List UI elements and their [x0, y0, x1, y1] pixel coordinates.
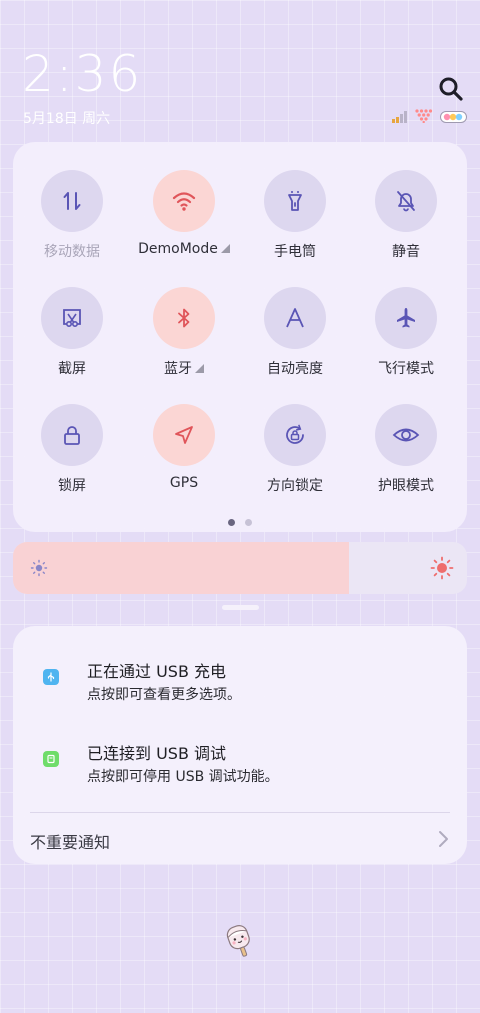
auto-brightness-icon [264, 287, 326, 349]
tile-wifi[interactable]: DemoMode [129, 170, 239, 280]
notification-desc: 点按即可停用 USB 调试功能。 [87, 769, 279, 785]
drag-handle[interactable] [222, 605, 259, 610]
date: 5月18日 周六 [23, 111, 111, 127]
mute-icon [375, 170, 437, 232]
tile-label: 飞行模式 [378, 361, 434, 377]
minor-notifications-label: 不重要通知 [30, 833, 111, 852]
tile-label: 蓝牙 [164, 361, 192, 377]
tile-lock-screen[interactable]: 锁屏 [17, 404, 127, 514]
tile-bluetooth[interactable]: 蓝牙 [129, 287, 239, 397]
quick-settings-panel: 移动数据 DemoMode 手电筒 静音 截屏 蓝牙 自动亮度 飞行模式 锁屏 … [13, 142, 467, 532]
wifi-status-icon [414, 108, 434, 127]
tile-label: 方向锁定 [267, 478, 323, 494]
tile-auto-brightness[interactable]: 自动亮度 [240, 287, 350, 397]
battery-icon [440, 108, 468, 127]
wifi-icon [153, 170, 215, 232]
tile-flashlight[interactable]: 手电筒 [240, 170, 350, 280]
expand-triangle-icon [220, 244, 230, 253]
minor-notifications-row[interactable]: 不重要通知 [30, 824, 450, 858]
usb-icon [43, 669, 59, 685]
tile-gps[interactable]: GPS [129, 404, 239, 514]
bluetooth-icon [153, 287, 215, 349]
tile-mobile-data[interactable]: 移动数据 [17, 170, 127, 280]
page-indicator [13, 519, 467, 526]
airplane-icon [375, 287, 437, 349]
notification-title: 已连接到 USB 调试 [87, 744, 227, 763]
tile-airplane[interactable]: 飞行模式 [351, 287, 461, 397]
signal-icon [392, 108, 408, 127]
tile-label: 静音 [392, 244, 420, 260]
tile-label: 护眼模式 [378, 478, 434, 494]
clock: 2:36 [22, 45, 143, 103]
expand-triangle-icon [195, 364, 204, 373]
tile-label: DemoMode [138, 241, 218, 257]
tile-label: 手电筒 [274, 244, 316, 260]
tile-label: GPS [169, 475, 199, 491]
tile-label-row: 蓝牙 [164, 358, 204, 378]
gps-icon [153, 404, 215, 466]
search-icon[interactable] [438, 76, 464, 102]
ice-cream-mascot-icon[interactable] [218, 918, 260, 960]
notification-panel: 正在通过 USB 充电 点按即可查看更多选项。 已连接到 USB 调试 点按即可… [13, 626, 467, 864]
brightness-low-icon [30, 559, 48, 581]
brightness-fill [13, 542, 349, 594]
brightness-slider[interactable] [13, 542, 467, 594]
mobile-data-icon [41, 170, 103, 232]
tile-label: 截屏 [58, 361, 86, 377]
notification-desc: 点按即可查看更多选项。 [87, 687, 241, 703]
notification-title: 正在通过 USB 充电 [87, 662, 227, 681]
eye-icon [375, 404, 437, 466]
tile-screenshot[interactable]: 截屏 [17, 287, 127, 397]
page-dot [245, 519, 252, 526]
tile-eye-care[interactable]: 护眼模式 [351, 404, 461, 514]
brightness-high-icon [430, 556, 454, 584]
notification-usb-charging[interactable]: 正在通过 USB 充电 点按即可查看更多选项。 [13, 656, 467, 720]
tile-rotation-lock[interactable]: 方向锁定 [240, 404, 350, 514]
tile-mute[interactable]: 静音 [351, 170, 461, 280]
page-dot-active [228, 519, 235, 526]
usb-debug-icon [43, 751, 59, 767]
divider [30, 812, 450, 813]
status-icons [392, 108, 468, 127]
tile-label-row: DemoMode [138, 241, 230, 257]
rotation-lock-icon [264, 404, 326, 466]
screenshot-icon [41, 287, 103, 349]
tile-label: 锁屏 [58, 478, 86, 494]
flashlight-icon [264, 170, 326, 232]
lock-icon [41, 404, 103, 466]
tile-label: 自动亮度 [267, 361, 323, 377]
tile-label: 移动数据 [44, 244, 100, 260]
notification-usb-debugging[interactable]: 已连接到 USB 调试 点按即可停用 USB 调试功能。 [13, 738, 467, 802]
chevron-right-icon [436, 829, 450, 853]
